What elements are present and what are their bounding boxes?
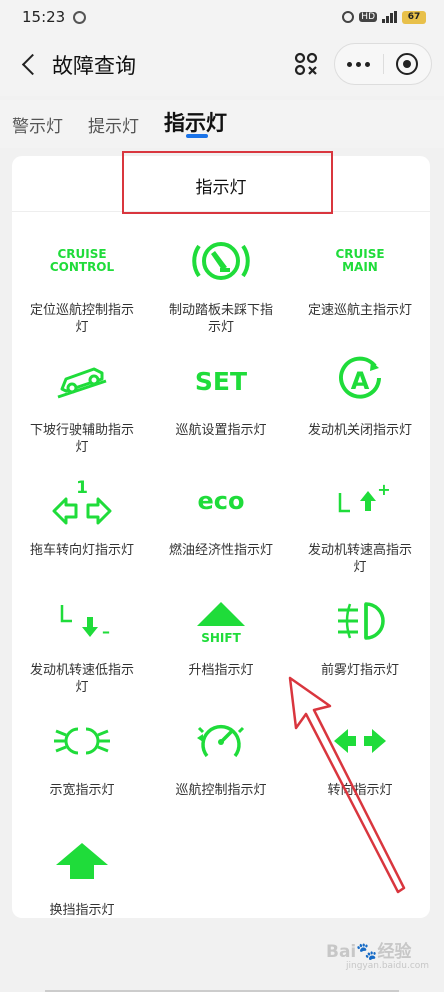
list-item[interactable]: 示宽指示灯 [12, 706, 152, 799]
svg-text:1: 1 [76, 478, 88, 498]
list-item[interactable]: SET 巡航设置指示灯 [151, 346, 291, 439]
item-label: 示宽指示灯 [49, 783, 115, 798]
item-label: 定位巡航控制指示灯 [30, 303, 135, 335]
list-item[interactable]: SHIFT 升档指示灯 [151, 586, 291, 679]
list-item[interactable]: CRUISE CONTROL 定位巡航控制指示灯 [12, 226, 152, 336]
item-label: 制动踏板未踩下指示灯 [169, 303, 274, 335]
item-label: 升档指示灯 [188, 663, 254, 678]
item-label: 转向指示灯 [327, 783, 393, 798]
close-icon [396, 53, 419, 75]
list-item[interactable]: – 发动机转速低指示灯 [12, 586, 152, 696]
battery-icon: 67 [402, 10, 426, 24]
item-label: 巡航控制指示灯 [175, 783, 267, 798]
tab-bar: 警示灯 提示灯 指示灯 [0, 100, 444, 148]
list-item[interactable]: 转向指示灯 [290, 706, 430, 799]
hill-descent-icon [57, 367, 107, 399]
list-item[interactable]: CRUISE MAIN 定速巡航主指示灯 [290, 226, 430, 319]
item-label: 发动机关闭指示灯 [308, 423, 413, 438]
svg-text:A: A [351, 367, 370, 395]
indicator-card: 指示灯 CRUISE CONTROL 定位巡航控制指示灯 制动踏板未踩下指示灯 … [12, 156, 430, 918]
cruise-control-icon: CRUISE CONTROL [49, 247, 115, 274]
alarm-icon [342, 11, 355, 23]
set-icon: SET [194, 366, 248, 396]
paw-icon: 🐾 [356, 942, 378, 962]
shift-icon: SHIFT [197, 602, 245, 645]
close-button[interactable] [383, 44, 431, 84]
scan-icon[interactable] [292, 50, 320, 78]
watermark-logo: Bai🐾经验 [326, 942, 412, 962]
list-item[interactable]: 换挡指示灯 [12, 826, 152, 919]
cruise-speedo-icon [197, 725, 245, 758]
card-header: 指示灯 [12, 156, 430, 212]
item-label: 下坡行驶辅助指示灯 [30, 423, 135, 455]
tab-warning-lights[interactable]: 警示灯 [12, 112, 63, 137]
list-item[interactable]: + 发动机转速高指示灯 [290, 466, 430, 576]
status-bar: 15:23 HD 67 [0, 0, 444, 34]
list-item[interactable]: 1 拖车转向灯指示灯 [12, 466, 152, 559]
item-label: 发动机转速低指示灯 [30, 663, 135, 695]
item-label: 发动机转速高指示灯 [308, 543, 413, 575]
auto-stop-icon: A [339, 356, 381, 399]
page-title: 故障查询 [52, 54, 136, 78]
tab-indicator-lights[interactable]: 指示灯 [164, 107, 227, 137]
gear-shift-icon [56, 843, 108, 879]
more-button[interactable] [335, 44, 383, 84]
trailer-turn-icon: 1 [52, 478, 112, 525]
item-label: 燃油经济性指示灯 [169, 543, 274, 558]
shift-up-icon: + [338, 481, 390, 513]
card-title: 指示灯 [195, 178, 247, 198]
eco-icon: eco [197, 487, 245, 515]
item-label: 巡航设置指示灯 [175, 423, 267, 438]
list-item[interactable]: 前雾灯指示灯 [290, 586, 430, 679]
item-label: 换挡指示灯 [49, 903, 115, 918]
brake-pedal-icon [192, 242, 250, 280]
svg-text:SHIFT: SHIFT [201, 631, 241, 645]
mini-program-capsule [334, 43, 432, 85]
tab-hint-lights[interactable]: 提示灯 [88, 112, 139, 137]
item-label: 定速巡航主指示灯 [308, 303, 413, 318]
svg-text:–: – [102, 622, 110, 641]
notification-icon [73, 10, 87, 24]
status-time: 15:23 [22, 8, 66, 26]
list-item[interactable]: A 发动机关闭指示灯 [290, 346, 430, 439]
list-item[interactable]: eco 燃油经济性指示灯 [151, 466, 291, 559]
svg-text:+: + [377, 481, 390, 499]
shift-down-icon: – [60, 605, 110, 641]
back-button[interactable] [14, 48, 44, 80]
list-item[interactable]: 制动踏板未踩下指示灯 [151, 226, 291, 336]
item-label: 前雾灯指示灯 [320, 663, 399, 678]
nav-header: 故障查询 [0, 34, 444, 96]
cruise-main-icon: CRUISE MAIN [335, 247, 385, 274]
turn-signal-icon [334, 729, 386, 753]
watermark-url: jingyan.baidu.com [346, 961, 430, 971]
signal-icon [382, 11, 397, 23]
side-light-icon [54, 727, 110, 755]
list-item[interactable]: 巡航控制指示灯 [151, 706, 291, 799]
list-item[interactable]: 下坡行驶辅助指示灯 [12, 346, 152, 456]
front-fog-icon [338, 602, 385, 640]
tab-active-indicator [186, 134, 208, 138]
hd-badge: HD [359, 12, 377, 22]
item-label: 拖车转向灯指示灯 [30, 543, 135, 558]
